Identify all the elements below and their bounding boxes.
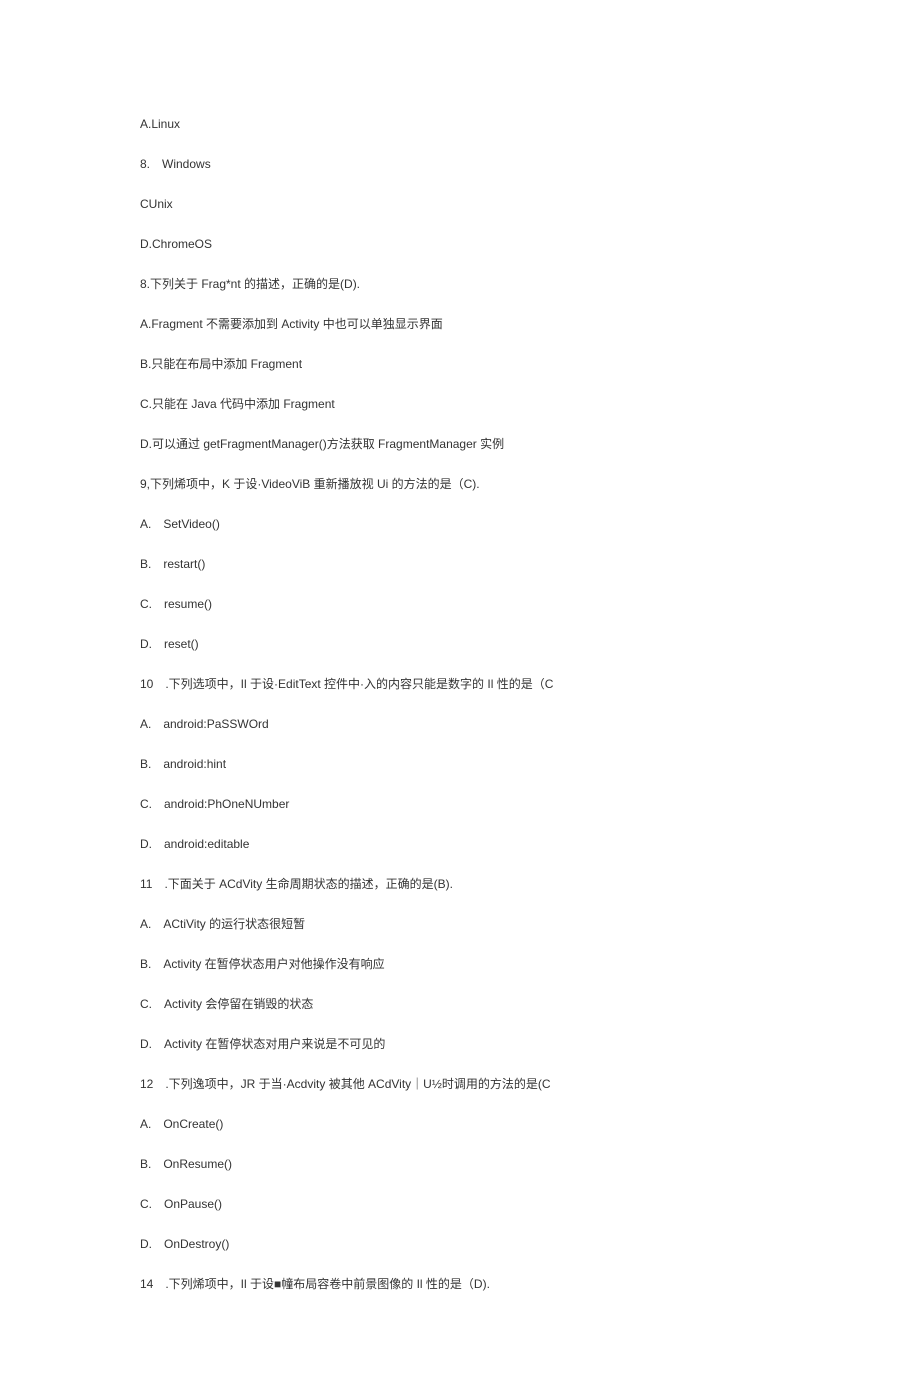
text-line: A.Fragment 不需要添加到 Activity 中也可以单独显示界面	[140, 315, 780, 333]
text-line: C. android:PhOneNUmber	[140, 795, 780, 813]
text-line: D. Activity 在暂停状态对用户来说是不可见的	[140, 1035, 780, 1053]
text-line: C. OnPause()	[140, 1195, 780, 1213]
text-line: 12 .下列逸项中，JR 于当·Acdvity 被其他 ACdVity｜U½时调…	[140, 1075, 780, 1093]
text-line: A. SetVideo()	[140, 515, 780, 533]
text-line: A. OnCreate()	[140, 1115, 780, 1133]
text-line: C. resume()	[140, 595, 780, 613]
text-line: A.Linux	[140, 115, 780, 133]
text-line: 14 .下列烯项中，Il 于设■幢布局容卷中前景图像的 Il 性的是（D).	[140, 1275, 780, 1293]
document-content: A.Linux 8. Windows CUnix D.ChromeOS 8.下列关于 F…	[140, 115, 780, 1293]
text-line: B.只能在布局中添加 Fragment	[140, 355, 780, 373]
text-line: D. android:editable	[140, 835, 780, 853]
text-line: D.ChromeOS	[140, 235, 780, 253]
text-line: D. reset()	[140, 635, 780, 653]
text-line: B. Activity 在暂停状态用户对他操作没有响应	[140, 955, 780, 973]
text-line: 9,下列烯项中，K 于设·VideoViB 重新播放视 Ui 的方法的是（C).	[140, 475, 780, 493]
text-line: B. OnResume()	[140, 1155, 780, 1173]
text-line: 8. Windows	[140, 155, 780, 173]
text-line: 8.下列关于 Frag*nt 的描述，正确的是(D).	[140, 275, 780, 293]
text-line: A. ACtiVity 的运行状态很短暂	[140, 915, 780, 933]
text-line: D. OnDestroy()	[140, 1235, 780, 1253]
text-line: 10 .下列选项中，Il 于设·EditText 控件中·入的内容只能是数字的 …	[140, 675, 780, 693]
text-line: B. restart()	[140, 555, 780, 573]
text-line: D.可以通过 getFragmentManager()方法获取 Fragment…	[140, 435, 780, 453]
text-line: 11 .下面关于 ACdVity 生命周期状态的描述，正确的是(B).	[140, 875, 780, 893]
text-line: A. android:PaSSWOrd	[140, 715, 780, 733]
text-line: C. Activity 会停留在销毁的状态	[140, 995, 780, 1013]
text-line: B. android:hint	[140, 755, 780, 773]
text-line: CUnix	[140, 195, 780, 213]
text-line: C.只能在 Java 代码中添加 Fragment	[140, 395, 780, 413]
